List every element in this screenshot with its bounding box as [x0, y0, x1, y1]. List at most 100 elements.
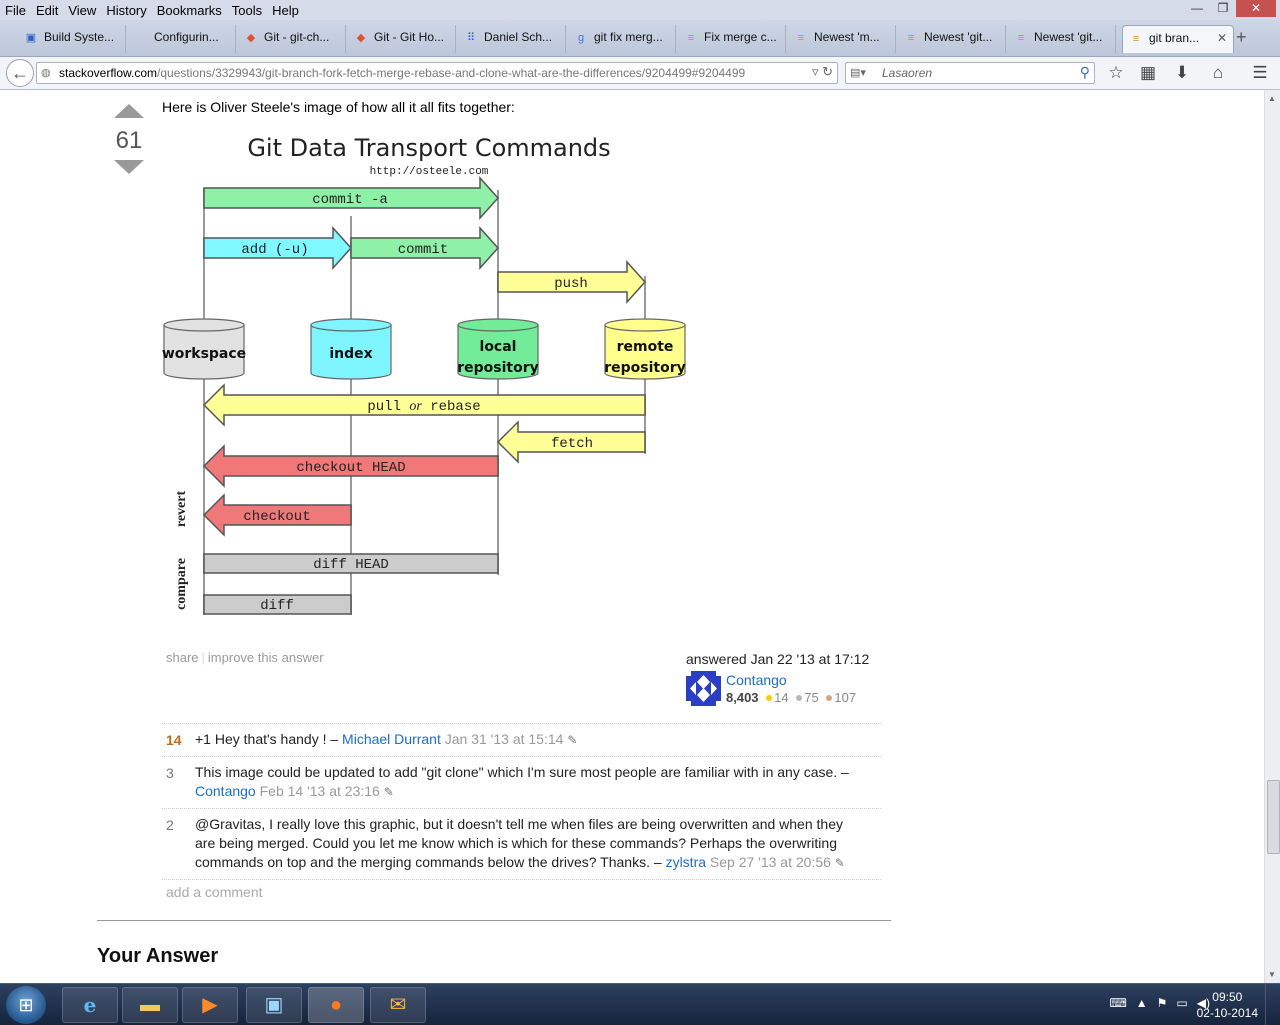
network-status-icon[interactable]: ▭ [1176, 996, 1187, 1010]
keyboard-icon[interactable]: ⌨ [1109, 996, 1126, 1010]
taskbar-internet-explorer[interactable]: e [62, 987, 118, 1023]
start-button[interactable]: ⊞ [6, 986, 46, 1024]
git-logo-icon: ◆ [356, 32, 366, 44]
search-input[interactable]: Lasaoren [882, 66, 932, 80]
fetch-label: fetch [551, 436, 593, 452]
close-tab-icon[interactable]: ✕ [1217, 31, 1227, 45]
menu-tools[interactable]: Tools [227, 0, 267, 20]
tab-11[interactable]: ≡ git bran... ✕ [1122, 25, 1234, 53]
media-player-icon: ▶ [202, 994, 218, 1016]
user-signature: answered Jan 22 '13 at 17:12 Contango 8,… [686, 651, 886, 706]
search-engine-icon[interactable]: ▤▾ [850, 66, 866, 79]
scroll-up-icon[interactable]: ▲ [1268, 94, 1276, 103]
store-label: local [480, 339, 517, 355]
bookmarks-list-icon[interactable]: ▦ [1136, 61, 1160, 85]
comment-score: 14 [166, 732, 182, 748]
cylinder-top [310, 318, 392, 332]
scrollbar-thumb[interactable] [1267, 780, 1280, 854]
bookmark-star-icon[interactable]: ☆ [1104, 61, 1128, 85]
download-icon[interactable]: ⬇ [1170, 61, 1194, 85]
post-menu: share | improve this answer [166, 650, 324, 665]
avatar-corner-br [716, 701, 721, 706]
silver-badge-icon [796, 695, 803, 702]
tab-9[interactable]: ≡ Newest 'git... [898, 25, 1006, 53]
rebase-text: rebase [422, 399, 481, 415]
menu-history[interactable]: History [101, 0, 151, 20]
menu-bookmarks[interactable]: Bookmarks [152, 0, 227, 20]
tab-8[interactable]: ≡ Newest 'm... [788, 25, 896, 53]
comment: 14 +1 Hey that's handy ! – Michael Durra… [162, 724, 881, 757]
comment-body: +1 Hey that's handy ! – Michael Durrant … [195, 730, 861, 750]
tab-4[interactable]: ◆ Git - Git Ho... [348, 25, 456, 53]
tab-label: git bran... [1149, 31, 1200, 45]
reload-icon[interactable]: ▿ ↻ [812, 64, 833, 80]
menu-view[interactable]: View [63, 0, 101, 20]
search-icon[interactable]: ⚲ [1080, 64, 1090, 81]
folder-icon: ▬ [140, 994, 160, 1016]
share-link[interactable]: share [166, 650, 199, 665]
taskbar-media-player[interactable]: ▶ [182, 987, 238, 1023]
tray-expand-icon[interactable]: ▲ [1136, 996, 1148, 1010]
comment-text: +1 Hey that's handy ! – [195, 731, 343, 747]
tab-2[interactable]: Configurin... [128, 25, 236, 53]
minimize-button[interactable]: — [1184, 0, 1210, 17]
answer-intro-text: Here is Oliver Steele's image of how all… [162, 99, 515, 115]
avatar[interactable] [686, 671, 721, 706]
taskbar-outlook[interactable]: ✉ [370, 987, 426, 1023]
vote-up-icon[interactable] [114, 104, 144, 118]
search-bar[interactable]: ▤▾ Lasaoren ⚲ [845, 62, 1095, 84]
tab-1[interactable]: ▣ Build Syste... [18, 25, 126, 53]
post-menu-separator: | [201, 650, 205, 665]
tab-strip: ▣ Build Syste... Configurin... ◆ Git - git-c… [0, 20, 1280, 57]
comment-user-link[interactable]: zylstra [666, 854, 706, 870]
comments-list: 14 +1 Hey that's handy ! – Michael Durra… [162, 723, 881, 880]
tab-label: Newest 'git... [1034, 30, 1103, 44]
improve-answer-link[interactable]: improve this answer [208, 650, 324, 665]
comment-score: 3 [166, 765, 174, 781]
bronze-badge-icon [826, 695, 833, 702]
maximize-button[interactable]: ❐ [1210, 0, 1236, 17]
close-window-button[interactable]: ✕ [1236, 0, 1276, 17]
page-content: 61 Here is Oliver Steele's image of how … [0, 90, 1264, 983]
cylinder-top [163, 318, 245, 332]
tab-10[interactable]: ≡ Newest 'git... [1008, 25, 1116, 53]
clock-time: 09:50 [1212, 990, 1243, 1004]
taskbar-file-explorer[interactable]: ▬ [122, 987, 178, 1023]
comment-body: This image could be updated to add "git … [195, 763, 861, 802]
menu-help[interactable]: Help [267, 0, 304, 20]
comment-user-link[interactable]: Contango [195, 783, 256, 799]
window-controls: — ❐ ✕ [1184, 0, 1276, 18]
tab-7[interactable]: ≡ Fix merge c... [678, 25, 786, 53]
add-comment-link[interactable]: add a comment [166, 884, 263, 900]
show-desktop-button[interactable] [1265, 984, 1280, 1025]
vertical-scrollbar[interactable]: ▲ ▼ [1264, 90, 1280, 983]
workspace-store: workspace [162, 318, 246, 380]
commit-label: commit [398, 242, 448, 258]
vote-down-icon[interactable] [114, 160, 144, 174]
action-center-icon[interactable]: ⚑ [1157, 996, 1168, 1010]
store-label: index [329, 346, 372, 362]
menu-edit[interactable]: Edit [31, 0, 63, 20]
user-name-link[interactable]: Contango [726, 672, 787, 688]
tab-6[interactable]: g git fix merg... [568, 25, 676, 53]
commit-a-label: commit -a [312, 192, 388, 208]
tab-label: Newest 'm... [814, 30, 880, 44]
tab-label: Git - git-ch... [264, 30, 330, 44]
tab-label: Fix merge c... [704, 30, 777, 44]
tab-label: Git - Git Ho... [374, 30, 445, 44]
back-button[interactable]: ← [6, 59, 34, 87]
comment-user-link[interactable]: Michael Durrant [342, 731, 441, 747]
taskbar-network-app[interactable]: ▣ [246, 987, 302, 1023]
scroll-down-icon[interactable]: ▼ [1268, 970, 1276, 979]
clock[interactable]: 09:50 02-10-2014 [1197, 989, 1258, 1021]
menu-file[interactable]: File [0, 0, 31, 20]
tab-5[interactable]: ⠿ Daniel Sch... [458, 25, 566, 53]
taskbar-firefox[interactable]: ● [308, 987, 364, 1023]
tab-3[interactable]: ◆ Git - git-ch... [238, 25, 346, 53]
page-icon: ▣ [25, 32, 37, 44]
new-tab-button[interactable]: + [1236, 27, 1247, 48]
home-icon[interactable]: ⌂ [1206, 61, 1230, 85]
vote-count: 61 [115, 127, 143, 154]
url-bar[interactable]: ◍ stackoverflow.com/questions/3329943/gi… [36, 62, 838, 84]
menu-icon[interactable]: ☰ [1248, 61, 1272, 85]
